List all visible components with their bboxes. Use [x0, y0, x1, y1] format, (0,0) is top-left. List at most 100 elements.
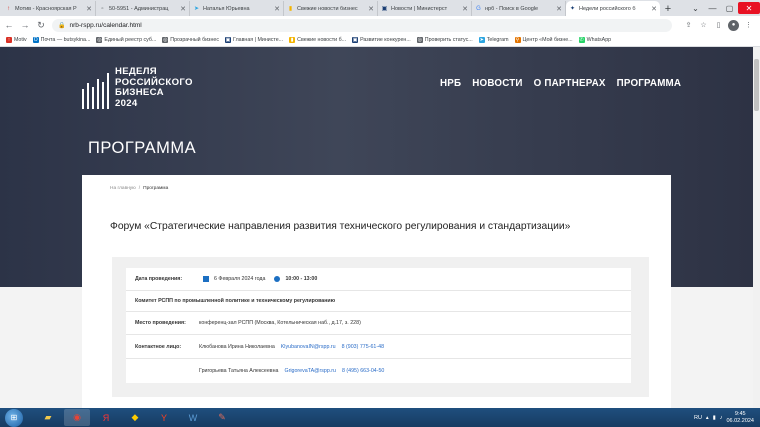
side-panel-icon[interactable]: ▯	[713, 20, 724, 31]
breadcrumb-separator: /	[138, 186, 141, 191]
bookmark-label: Развитие конкурен...	[360, 37, 411, 43]
browser-tab[interactable]: ▮ Свежие новости бизнес ✕	[284, 1, 378, 16]
language-indicator[interactable]: RU	[694, 415, 702, 421]
bookmark-label: Проверить статус...	[424, 37, 473, 43]
bookmark-item[interactable]: O Почта — butsykina...	[32, 37, 90, 43]
browser-tab[interactable]: ➤ Наталья Юрьевна ✕	[190, 1, 284, 16]
breadcrumb-home-link[interactable]: На главную	[110, 186, 136, 191]
event-place-row: Место проведения: конференц-зал РСПП (Мо…	[126, 312, 631, 335]
bookmark-item[interactable]: ◎ Проверить статус...	[416, 37, 473, 43]
lock-icon[interactable]: 🔒	[58, 22, 65, 29]
browser-tab-strip: ↑ Мотив - Красноярская Р ✕ ▫ 50-5951 - Админ…	[0, 0, 760, 16]
bookmark-item[interactable]: ▮ Свежие новости б...	[289, 37, 346, 43]
maximize-button[interactable]: ▢	[721, 2, 738, 14]
tab-close-icon[interactable]: ✕	[180, 5, 186, 13]
scrollbar-thumb[interactable]	[754, 59, 759, 111]
yandex-market-icon[interactable]: ◆	[122, 409, 148, 426]
tab-close-icon[interactable]: ✕	[556, 5, 562, 13]
forum-title: Форум «Стратегические направления развит…	[110, 221, 571, 232]
globe-icon: ◎	[416, 37, 423, 43]
minimize-button[interactable]: —	[704, 2, 721, 14]
tab-close-icon[interactable]: ✕	[368, 5, 374, 13]
browser-tab[interactable]: ▫ 50-5951 - Администрац ✕	[96, 1, 190, 16]
chart-icon: ▮	[289, 37, 296, 43]
event-place: конференц-зал РСПП (Москва, Котельническ…	[199, 320, 361, 326]
tab-title: Свежие новости бизнес	[297, 5, 358, 12]
network-icon[interactable]: ▮	[713, 415, 716, 421]
tab-close-icon[interactable]: ✕	[274, 5, 280, 13]
contact-phone-link[interactable]: 8 (903) 775-61-48	[342, 344, 384, 350]
bookmark-item[interactable]: ▣ Развитие конкурен...	[352, 37, 411, 43]
browser-tab[interactable]: ▣ Новости | Министерст ✕	[378, 1, 472, 16]
tab-title: Недели российского б	[579, 5, 636, 12]
yandex-browser-icon[interactable]: Я	[93, 409, 119, 426]
bookmark-item[interactable]: ✆ WhatsApp	[578, 37, 611, 43]
event-time: 10:00 - 13:00	[285, 276, 318, 282]
tool-icon[interactable]: ✎	[209, 409, 235, 426]
url-text: nrb-rspp.ru/calendar.html	[69, 21, 142, 29]
browser-tab[interactable]: ↑ Мотив - Красноярская Р ✕	[2, 1, 96, 16]
tab-search-icon[interactable]: ⌄	[687, 2, 704, 14]
browser-tab[interactable]: Gнрб - Поиск в Google ✕	[472, 1, 566, 16]
back-button[interactable]: ←	[2, 18, 16, 32]
breadcrumb: На главную / Программа	[110, 186, 168, 191]
contact-email-link[interactable]: KlyubanovaIN@rspp.ru	[281, 344, 336, 350]
close-window-button[interactable]: ✕	[738, 2, 760, 14]
reload-button[interactable]: ↻	[34, 18, 48, 32]
bookmark-item[interactable]: ⚲ Центр «Мой бизне...	[514, 37, 573, 43]
volume-icon[interactable]: ♪	[720, 415, 723, 421]
profile-avatar-icon[interactable]: ●	[728, 19, 739, 31]
tab-title: нрб - Поиск в Google	[485, 5, 539, 12]
logo-line: 2024	[115, 97, 138, 109]
event-info-box: Дата проведения: 6 Февраля 2024 года 10:…	[112, 257, 649, 397]
arrow-up-icon: ↑	[6, 37, 12, 43]
bookmark-star-icon[interactable]: ☆	[698, 20, 709, 31]
bookmark-item[interactable]: ◎ Прозрачный бизнес	[162, 37, 219, 43]
event-date-row: Дата проведения: 6 Февраля 2024 года 10:…	[126, 268, 631, 291]
bookmark-label: Главная | Министе...	[233, 37, 284, 43]
new-tab-button[interactable]: +	[660, 1, 676, 16]
system-tray: RU ▴ ▮ ♪ 9:45 06.02.2024	[694, 411, 760, 424]
word-icon[interactable]: W	[180, 409, 206, 426]
tray-expand-icon[interactable]: ▴	[706, 415, 709, 421]
arrow-up-icon: ↑	[7, 5, 10, 12]
browser-tab[interactable]: ✦ Недели российского б ✕	[566, 1, 660, 16]
site-logo[interactable]: НЕДЕЛЯ РОССИЙСКОГО БИЗНЕСА 2024	[82, 66, 193, 109]
bookmark-label: Прозрачный бизнес	[170, 37, 220, 43]
nav-item-partners[interactable]: О ПАРТНЕРАХ	[534, 78, 606, 89]
page-title: ПРОГРАММА	[88, 139, 197, 157]
clock-date: 06.02.2024	[726, 417, 754, 424]
contact-email-link[interactable]: GrigorevaTA@rspp.ru	[284, 368, 336, 374]
tab-close-icon[interactable]: ✕	[86, 5, 92, 13]
google-icon: G	[476, 5, 481, 12]
bookmark-item[interactable]: ▣ Главная | Министе...	[225, 37, 283, 43]
explorer-icon[interactable]: ▰	[35, 409, 61, 426]
share-icon[interactable]: ⇪	[683, 20, 694, 31]
contact-row: Контактное лицо: Клюбанова Ирина Николае…	[126, 335, 631, 359]
tab-close-icon[interactable]: ✕	[651, 5, 657, 13]
contact-name: Клюбанова Ирина Николаевна	[199, 343, 275, 350]
tab-close-icon[interactable]: ✕	[462, 5, 468, 13]
page-scrollbar[interactable]	[753, 47, 760, 408]
contact-phone-link[interactable]: 8 (495) 663-04-50	[342, 368, 384, 374]
event-details: Дата проведения: 6 Февраля 2024 года 10:…	[126, 268, 631, 383]
start-button[interactable]: ⊞	[5, 408, 23, 427]
clock-icon	[274, 276, 281, 282]
chrome-icon[interactable]: ◉	[64, 409, 90, 426]
address-bar[interactable]: 🔒 nrb-rspp.ru/calendar.html	[52, 18, 672, 32]
breadcrumb-current: Программа	[143, 186, 169, 191]
forward-button[interactable]: →	[18, 18, 32, 32]
nav-item-news[interactable]: НОВОСТИ	[472, 78, 522, 89]
bookmark-item[interactable]: ↑ Motiv	[6, 37, 27, 43]
menu-kebab-icon[interactable]: ⋮	[743, 20, 754, 31]
logo-line: БИЗНЕСА	[115, 87, 164, 98]
system-clock[interactable]: 9:45 06.02.2024	[726, 411, 754, 424]
bookmark-item[interactable]: ➤ Telegram	[478, 37, 509, 43]
bookmarks-bar: ↑ Motiv O Почта — butsykina... ◎ Единый реест…	[0, 34, 760, 47]
nav-item-program[interactable]: ПРОГРАММА	[617, 78, 682, 89]
nav-item-nrb[interactable]: НРБ	[440, 78, 461, 89]
yandex-icon[interactable]: Y	[151, 409, 177, 426]
browser-toolbar: ← → ↻ 🔒 nrb-rspp.ru/calendar.html ⇪ ☆ ▯ …	[0, 16, 760, 34]
logo-bars-icon	[82, 73, 109, 109]
bookmark-item[interactable]: ◎ Единый реестр суб...	[96, 37, 156, 43]
